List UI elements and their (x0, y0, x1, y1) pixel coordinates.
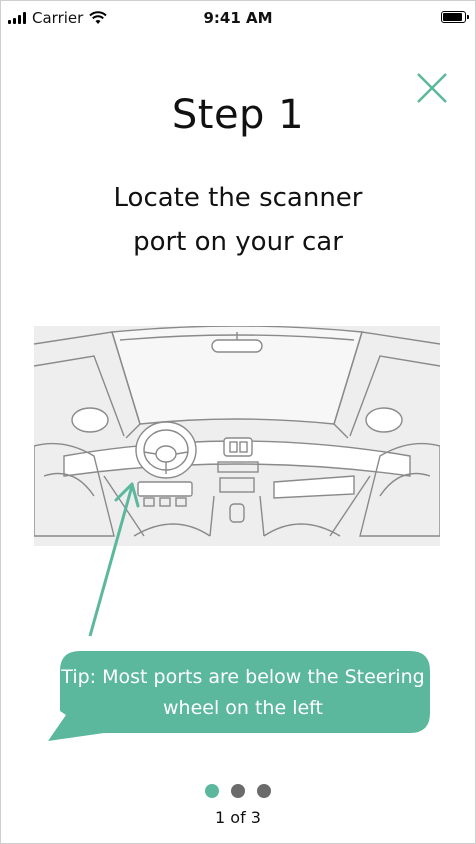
pointer-arrow (88, 482, 140, 637)
status-time: 9:41 AM (203, 9, 273, 27)
status-bar: Carrier 9:41 AM (0, 0, 476, 38)
page-count-label: 1 of 3 (215, 808, 261, 827)
step-title: Step 1 (171, 92, 305, 138)
step-instruction: Locate the scanner port on your car (113, 183, 363, 257)
battery-icon (441, 11, 469, 23)
page-dot-2[interactable] (231, 784, 245, 798)
page-dot-3[interactable] (257, 784, 271, 798)
battery-level (443, 13, 462, 21)
page-indicator (0, 784, 476, 798)
page-dot-1[interactable] (205, 784, 219, 798)
tip-text: Tip: Most ports are below the Steering w… (61, 666, 425, 719)
